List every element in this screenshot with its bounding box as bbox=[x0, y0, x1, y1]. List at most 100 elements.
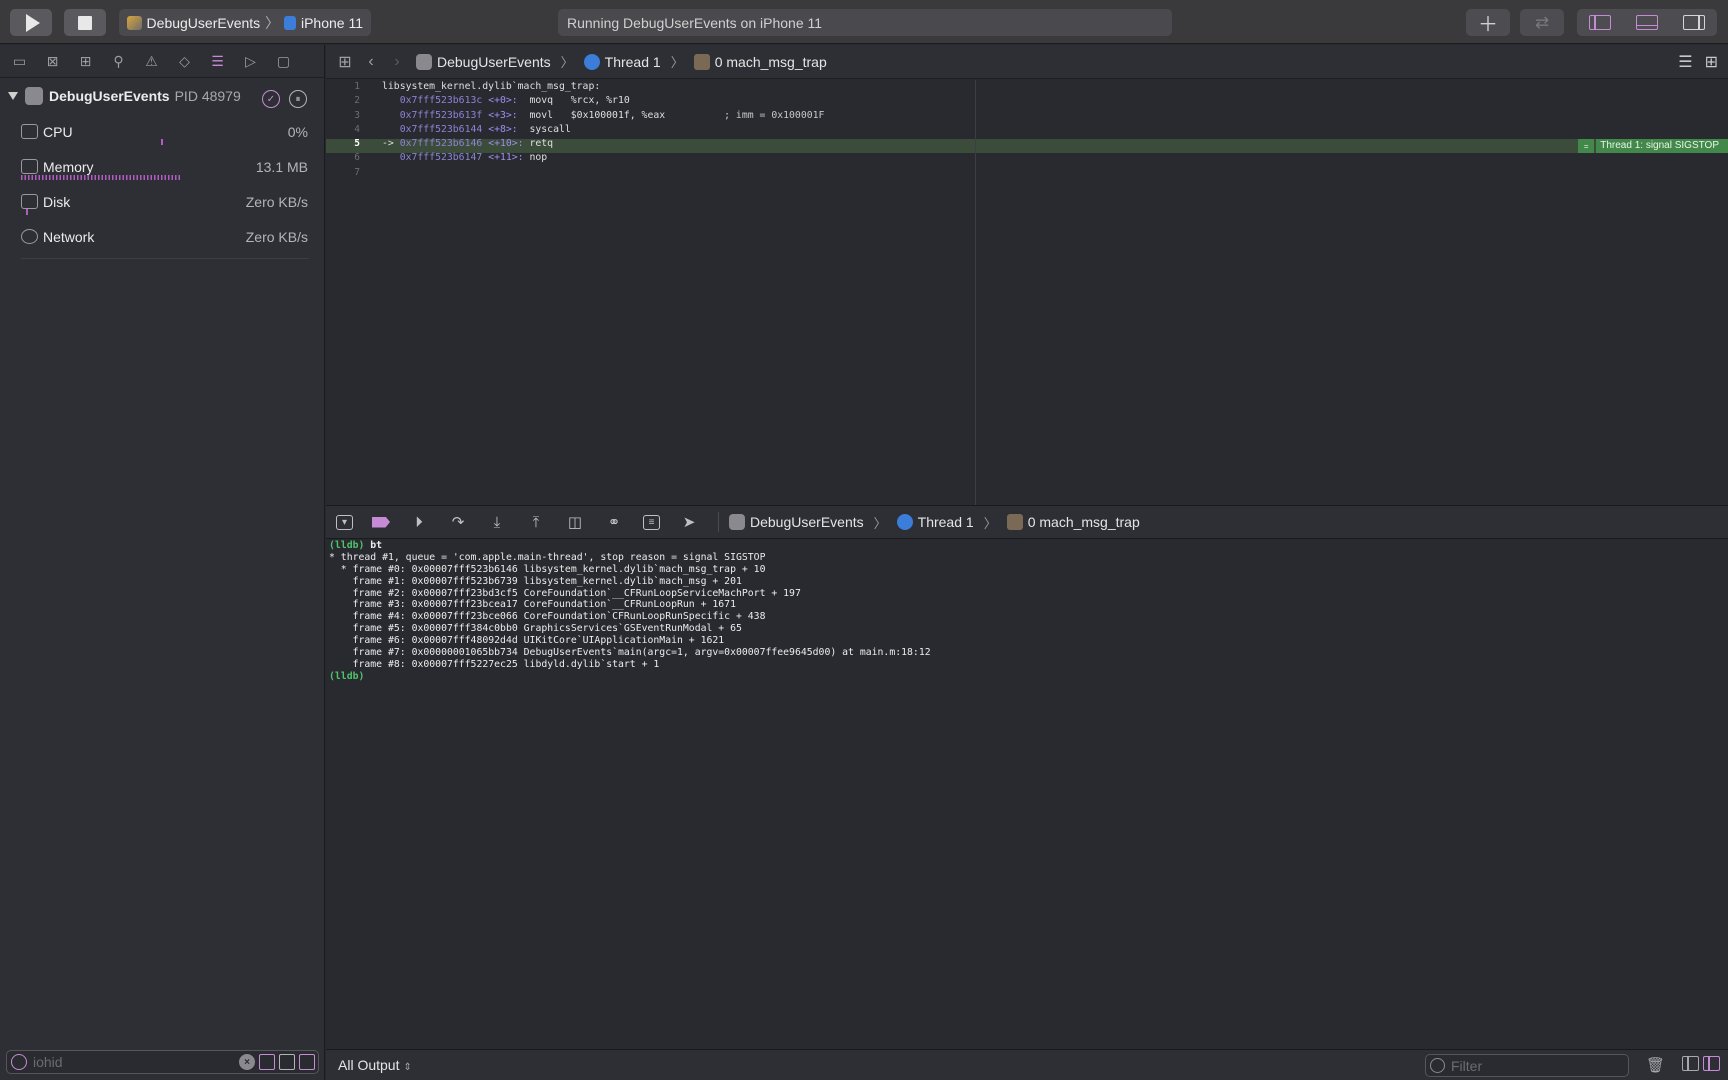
lldb-prompt: (lldb) bbox=[329, 670, 365, 682]
breadcrumb-thread[interactable]: Thread 1 bbox=[605, 54, 661, 70]
step-out-icon[interactable]: ⤒ bbox=[526, 513, 546, 531]
step-into-icon[interactable]: ⤓ bbox=[487, 513, 507, 531]
gauge-network[interactable]: Network Zero KB/s bbox=[21, 219, 308, 254]
gauge-disk[interactable]: Disk Zero KB/s bbox=[21, 184, 308, 219]
instruction-text: movq %rcx, %r10 bbox=[517, 95, 630, 107]
layout-toggle-group bbox=[1577, 9, 1717, 36]
project-navigator-tab[interactable]: ▭ bbox=[8, 51, 31, 71]
bottom-panel-icon bbox=[1636, 15, 1658, 30]
thread-icon bbox=[896, 514, 913, 530]
gauge-fill bbox=[21, 175, 182, 180]
toggle-debug-area-button[interactable] bbox=[1624, 9, 1671, 36]
view-memory-graph-icon[interactable]: ✓ bbox=[262, 90, 280, 108]
source-control-tab[interactable]: ⊠ bbox=[41, 51, 64, 71]
source-control-icon: ⊠ bbox=[46, 52, 59, 69]
gauge-value: 13.1 MB bbox=[255, 158, 308, 175]
breadcrumb-frame[interactable]: 0 mach_msg_trap bbox=[715, 54, 827, 70]
navigator-filter-input[interactable] bbox=[33, 1054, 235, 1070]
breadcrumb-project[interactable]: DebugUserEvents bbox=[437, 54, 551, 70]
environment-overrides-icon[interactable]: ≡ bbox=[643, 514, 660, 530]
clear-filter-icon[interactable]: × bbox=[239, 1054, 255, 1070]
memory-graph-icon[interactable]: ⚭ bbox=[604, 513, 624, 531]
output-filter-select[interactable]: All Output ⇕ bbox=[338, 1057, 412, 1073]
console-line: frame #5: 0x00007fff384c0bb0 GraphicsSer… bbox=[329, 623, 742, 635]
gauge-label: Disk bbox=[43, 193, 71, 210]
lldb-console[interactable]: (lldb) bt * thread #1, queue = 'com.appl… bbox=[326, 540, 1728, 1045]
line-number[interactable]: 3 bbox=[326, 109, 364, 123]
disclosure-triangle-icon[interactable] bbox=[8, 92, 18, 100]
code-review-button[interactable]: ⇄ bbox=[1520, 9, 1564, 36]
find-navigator-tab[interactable]: ⚲ bbox=[107, 51, 130, 71]
toggle-inspector-button[interactable] bbox=[1670, 9, 1717, 36]
line-number[interactable]: 6 bbox=[326, 151, 364, 165]
instruction-offset: <+0>: bbox=[488, 95, 518, 107]
breakpoints-toggle-icon[interactable] bbox=[372, 516, 390, 528]
breakpoint-navigator-tab[interactable]: ▷ bbox=[239, 51, 262, 71]
location-icon[interactable]: ➤ bbox=[679, 513, 699, 531]
pc-arrow bbox=[382, 152, 394, 163]
editor-options: ☰ ⊞ bbox=[1678, 52, 1718, 72]
filter-memory-icon[interactable] bbox=[279, 1054, 295, 1070]
issue-navigator-tab[interactable]: ⚠ bbox=[140, 51, 163, 71]
debug-navigator-tab[interactable]: ☰ bbox=[206, 51, 229, 71]
toggle-navigator-button[interactable] bbox=[1577, 9, 1624, 36]
signal-annotation[interactable]: = Thread 1: signal SIGSTOP bbox=[1578, 139, 1728, 153]
navigator-filter: × bbox=[6, 1050, 319, 1074]
console-prompt-line[interactable]: (lldb) bbox=[329, 671, 1728, 683]
line-number[interactable]: 1 bbox=[326, 80, 364, 94]
breadcrumb-frame[interactable]: 0 mach_msg_trap bbox=[1028, 514, 1140, 530]
run-button[interactable] bbox=[10, 9, 52, 36]
breadcrumb-project[interactable]: DebugUserEvents bbox=[750, 514, 864, 530]
instruction-address: 0x7fff523b613f bbox=[399, 109, 483, 121]
console-filter-input[interactable] bbox=[1451, 1057, 1628, 1074]
chevron-right-icon: 〉 bbox=[873, 515, 887, 531]
stop-icon bbox=[78, 15, 92, 30]
disassembly-code: libsystem_kernel.dylib`mach_msg_trap: 0x… bbox=[382, 80, 1722, 166]
report-navigator-tab[interactable]: ▢ bbox=[272, 51, 295, 71]
editor-options-icon[interactable]: ☰ bbox=[1678, 52, 1692, 72]
stop-button[interactable] bbox=[64, 9, 106, 36]
breadcrumb: DebugUserEvents 〉 Thread 1 〉 0 mach_msg_… bbox=[416, 52, 827, 71]
arrows-swap-icon: ⇄ bbox=[1534, 12, 1550, 32]
thread-options-icon[interactable]: ⏸ bbox=[289, 90, 307, 108]
gear-icon bbox=[693, 53, 710, 70]
trash-icon[interactable]: 🗑 bbox=[1646, 1056, 1665, 1074]
step-over-icon[interactable]: ↷ bbox=[448, 513, 468, 531]
console-line: frame #8: 0x00007fff5227ec25 libdyld.dyl… bbox=[329, 658, 660, 670]
line-number[interactable]: 7 bbox=[326, 166, 364, 180]
forward-icon[interactable]: › bbox=[384, 53, 410, 71]
device-name[interactable]: iPhone 11 bbox=[301, 15, 363, 31]
library-add-button[interactable]: ＋ bbox=[1466, 9, 1510, 36]
variables-view-icon[interactable] bbox=[1682, 1056, 1699, 1071]
related-items-icon[interactable]: ⊞ bbox=[332, 52, 358, 72]
scheme-selector[interactable]: DebugUserEvents 〉 iPhone 11 bbox=[119, 9, 371, 36]
filter-threads-icon[interactable] bbox=[299, 1054, 315, 1070]
folder-icon: ▭ bbox=[12, 52, 27, 69]
back-icon[interactable]: ‹ bbox=[358, 53, 384, 71]
console-view-icon[interactable] bbox=[1703, 1056, 1720, 1071]
gauge-cpu[interactable]: CPU 0% bbox=[21, 114, 308, 149]
lldb-prompt: (lldb) bbox=[329, 540, 365, 551]
instruction-offset: <+11>: bbox=[488, 152, 524, 164]
breadcrumb-thread[interactable]: Thread 1 bbox=[918, 514, 974, 530]
view-hierarchy-icon[interactable]: ◫ bbox=[565, 513, 585, 531]
disassembly-editor[interactable]: 1234567 libsystem_kernel.dylib`mach_msg_… bbox=[326, 80, 1728, 505]
gauge-memory[interactable]: Memory 13.1 MB bbox=[21, 149, 308, 184]
line-number[interactable]: 4 bbox=[326, 123, 364, 137]
hide-debug-area-icon[interactable]: ▾ bbox=[336, 514, 353, 530]
chevron-right-icon: 〉 bbox=[560, 55, 574, 70]
gauge-sparkline bbox=[21, 209, 308, 215]
diamond-icon: ◇ bbox=[179, 52, 190, 69]
gauge-spike bbox=[161, 139, 163, 145]
test-navigator-tab[interactable]: ◇ bbox=[173, 51, 196, 71]
instruction-address: 0x7fff523b613c bbox=[399, 95, 483, 107]
instruction-text: nop bbox=[523, 152, 548, 164]
gear-icon bbox=[1006, 514, 1023, 530]
line-number[interactable]: 2 bbox=[326, 94, 364, 108]
add-editor-icon[interactable]: ⊞ bbox=[1705, 52, 1718, 72]
debug-gauges-icon: ☰ bbox=[211, 52, 224, 69]
continue-icon[interactable]: ⏵ bbox=[409, 513, 429, 531]
line-number[interactable]: 5 bbox=[326, 137, 364, 151]
filter-cpu-icon[interactable] bbox=[259, 1054, 275, 1070]
symbol-navigator-tab[interactable]: ⊞ bbox=[74, 51, 97, 71]
